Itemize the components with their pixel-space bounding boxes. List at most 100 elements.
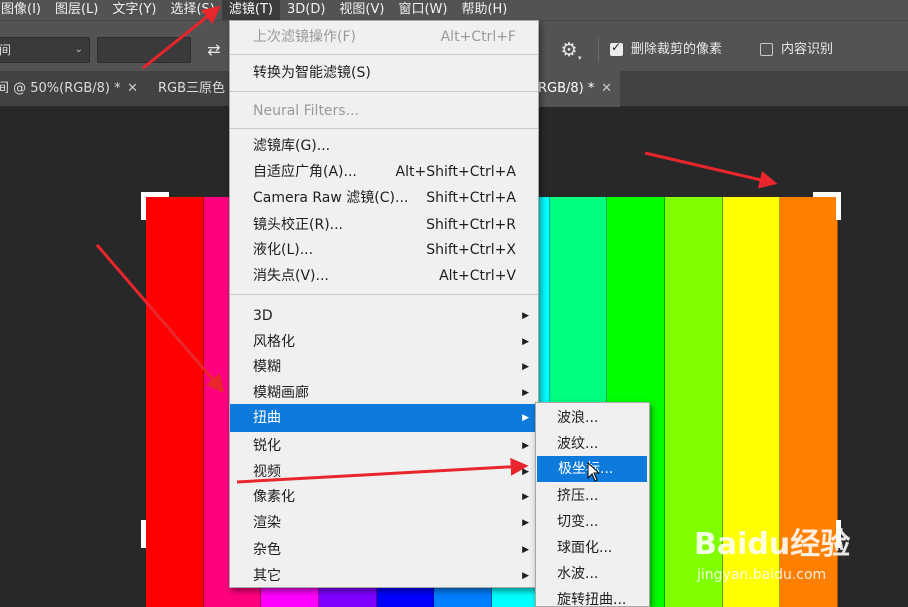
distort-submenu: 波浪... 波纹... 极坐标... 挤压... 切变... 球面化... 水波… [535,402,650,607]
menu-item-label: 3D [253,308,273,324]
mouse-cursor-icon [587,462,601,482]
menu-separator [230,91,538,92]
menu-separator [230,54,538,55]
menu-item-label: 风格化 [253,334,295,350]
menu-item-neural-filters: Neural Filters... [230,98,538,124]
menu-view[interactable]: 视图(V) [332,0,391,20]
menu-item-convert-smart-filter[interactable]: 转换为智能滤镜(S) [230,60,538,86]
menu-item-shortcut: Alt+Shift+Ctrl+A [395,164,516,180]
crop-handle-top-left-v[interactable] [141,192,146,220]
chevron-right-icon: ▶ [522,362,529,372]
menu-item-shortcut: Alt+Ctrl+F [440,29,516,45]
chevron-right-icon: ▶ [522,571,529,581]
menu-item-label: 像素化 [253,489,295,505]
tab-label: RGB三原色 [158,81,226,96]
menu-separator [230,294,538,295]
menu-3d[interactable]: 3D(D) [280,0,332,20]
menu-item-camera-raw[interactable]: Camera Raw 滤镜(C)... Shift+Ctrl+A [230,185,538,211]
submenu-item-shear[interactable]: 切变... [536,509,649,535]
crop-handle-left-middle[interactable] [141,520,146,548]
gear-icon[interactable]: ⚙ [558,39,580,61]
submenu-item-wave[interactable]: 波浪... [536,405,649,431]
menu-item-label: 自适应广角(A)... [253,164,357,180]
close-icon[interactable]: ✕ [127,71,138,107]
menu-item-label: 其它 [253,568,281,584]
filter-menu: 上次滤镜操作(F) Alt+Ctrl+F 转换为智能滤镜(S) Neural F… [229,20,539,588]
photoshop-window: 图像(I) 图层(L) 文字(Y) 选择(S) 滤镜(T) 3D(D) 视图(V… [0,0,908,607]
content-aware-label: 内容识别 [781,42,834,57]
menu-item-vanishing-point[interactable]: 消失点(V)... Alt+Ctrl+V [230,263,538,289]
menu-item-label: 滤镜库(G)... [253,138,331,154]
close-icon[interactable]: ✕ [601,71,612,107]
tab-document-2[interactable]: RGB三原色 [150,71,232,107]
chevron-down-icon: ⌄ [74,44,83,55]
chevron-right-icon: ▶ [522,467,529,477]
submenu-item-spherize[interactable]: 球面化... [536,535,649,561]
menu-item-label: 渲染 [253,515,281,531]
chevron-right-icon: ▶ [522,545,529,555]
color-stripe [146,197,204,607]
ratio-select[interactable]: 间 ⌄ [0,37,90,63]
menu-item-shortcut: Shift+Ctrl+X [426,242,516,258]
tab-label: RGB/8) * [538,81,595,96]
swap-icon[interactable]: ⇄ [205,39,223,61]
menu-item-other[interactable]: 其它 ▶ [230,563,538,589]
menu-item-sharpen[interactable]: 锐化 ▶ [230,433,538,459]
divider [598,38,599,62]
menu-item-3d[interactable]: 3D ▶ [230,303,538,329]
menu-help[interactable]: 帮助(H) [454,0,514,20]
menu-item-stylize[interactable]: 风格化 ▶ [230,329,538,355]
menu-item-blur[interactable]: 模糊 ▶ [230,354,538,380]
menu-item-label: 视频 [253,464,281,480]
tab-label: 间 @ 50%(RGB/8) * [0,81,121,96]
menu-type[interactable]: 文字(Y) [105,0,163,20]
chevron-right-icon: ▶ [522,492,529,502]
menu-image[interactable]: 图像(I) [0,0,48,20]
submenu-item-twirl[interactable]: 旋转扭曲... [536,587,649,607]
menu-item-label: 杂色 [253,542,281,558]
menu-layer[interactable]: 图层(L) [48,0,105,20]
submenu-item-ripple[interactable]: 波纹... [536,431,649,457]
menu-item-render[interactable]: 渲染 ▶ [230,510,538,536]
baidu-jingyan-watermark: Baidu经验 jingyan.baidu.com [694,528,908,598]
width-input[interactable] [97,37,191,63]
menu-item-filter-gallery[interactable]: 滤镜库(G)... [230,133,538,159]
menu-item-label: 扭曲 [253,410,281,426]
menu-item-blur-gallery[interactable]: 模糊画廊 ▶ [230,380,538,406]
ratio-select-value: 间 [0,43,12,57]
watermark-logo: Baidu经验 [694,527,851,562]
menu-item-video[interactable]: 视频 ▶ [230,459,538,485]
menu-filter[interactable]: 滤镜(T) [221,0,280,20]
chevron-right-icon: ▶ [522,337,529,347]
submenu-item-zigzag[interactable]: 水波... [536,561,649,587]
menu-item-label: Neural Filters... [253,103,359,119]
menu-item-shortcut: Alt+Ctrl+V [439,268,516,284]
menu-item-label: 模糊 [253,359,281,375]
menu-item-label: 锐化 [253,438,281,454]
menu-item-lens-correction[interactable]: 镜头校正(R)... Shift+Ctrl+R [230,212,538,238]
menu-item-label: 转换为智能滤镜(S) [253,65,371,81]
menu-item-pixelate[interactable]: 像素化 ▶ [230,484,538,510]
menu-bar: 图像(I) 图层(L) 文字(Y) 选择(S) 滤镜(T) 3D(D) 视图(V… [0,0,908,20]
chevron-right-icon: ▶ [522,413,529,423]
tab-document-1[interactable]: 间 @ 50%(RGB/8) * ✕ [0,71,146,107]
chevron-right-icon: ▶ [522,388,529,398]
delete-cropped-checkbox[interactable] [610,40,623,56]
content-aware-checkbox[interactable] [760,43,773,56]
menu-item-label: 消失点(V)... [253,268,329,284]
chevron-right-icon: ▶ [522,518,529,528]
menu-window[interactable]: 窗口(W) [391,0,454,20]
watermark-url: jingyan.baidu.com [697,567,827,583]
crop-handle-top-right-v[interactable] [836,192,841,220]
menu-item-noise[interactable]: 杂色 ▶ [230,537,538,563]
menu-item-liquify[interactable]: 液化(L)... Shift+Ctrl+X [230,237,538,263]
submenu-item-pinch[interactable]: 挤压... [536,483,649,509]
menu-item-adaptive-wide-angle[interactable]: 自适应广角(A)... Alt+Shift+Ctrl+A [230,159,538,185]
menu-item-shortcut: Shift+Ctrl+A [426,190,516,206]
menu-select[interactable]: 选择(S) [163,0,221,20]
menu-separator [230,128,538,129]
menu-item-last-filter: 上次滤镜操作(F) Alt+Ctrl+F [230,24,538,50]
menu-item-label: 镜头校正(R)... [253,217,344,233]
chevron-right-icon: ▶ [522,311,529,321]
menu-item-distort[interactable]: 扭曲 ▶ [230,404,538,432]
